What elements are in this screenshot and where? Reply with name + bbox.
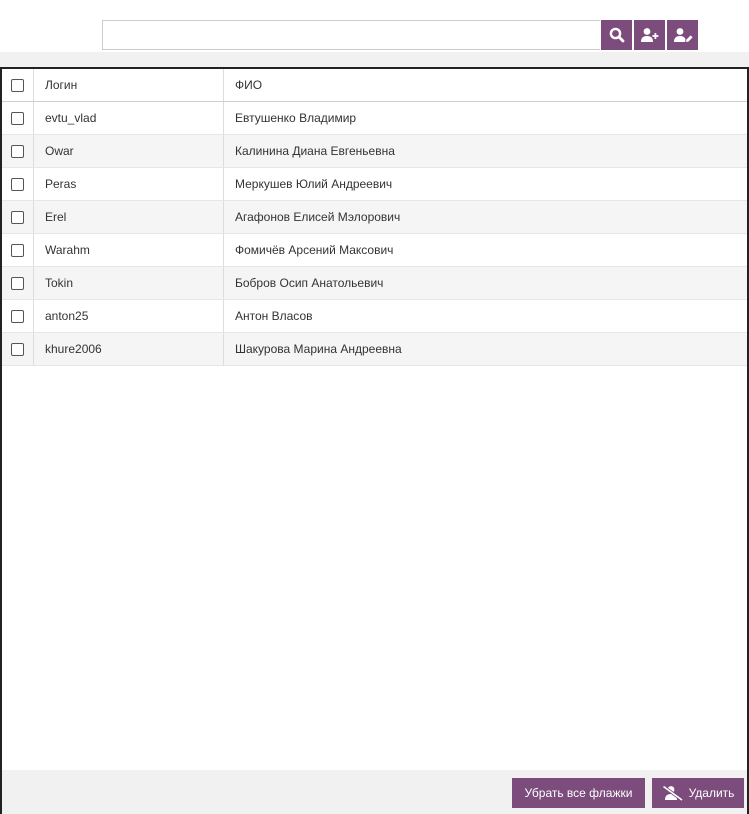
table-header-row: Логин ФИО — [2, 69, 747, 102]
search-input[interactable] — [102, 20, 600, 50]
table-row[interactable]: anton25 Антон Власов — [2, 299, 747, 333]
fio-cell: Шакурова Марина Андреевна — [223, 332, 747, 366]
fio-cell: Агафонов Елисей Мэлорович — [223, 200, 747, 234]
fio-cell: Антон Власов — [223, 299, 747, 333]
row-select-cell — [2, 233, 34, 267]
clear-all-flags-label: Убрать все флажки — [524, 786, 633, 800]
table-row[interactable]: evtu_vlad Евтушенко Владимир — [2, 101, 747, 135]
fio-cell: Калинина Диана Евгеньевна — [223, 134, 747, 168]
table-row[interactable]: Peras Меркушев Юлий Андреевич — [2, 167, 747, 201]
row-checkbox[interactable] — [11, 144, 24, 158]
row-checkbox[interactable] — [11, 177, 24, 191]
edit-user-button[interactable] — [667, 20, 698, 50]
table-footer: Убрать все флажки Удалить — [2, 770, 747, 814]
login-cell: Warahm — [33, 233, 224, 267]
row-checkbox[interactable] — [11, 210, 24, 224]
login-cell: khure2006 — [33, 332, 224, 366]
row-checkbox[interactable] — [11, 111, 24, 125]
toolbar-separator-band — [0, 52, 749, 67]
table-row[interactable]: Owar Калинина Диана Евгеньевна — [2, 134, 747, 168]
row-select-cell — [2, 134, 34, 168]
fio-cell: Меркушев Юлий Андреевич — [223, 167, 747, 201]
login-cell: evtu_vlad — [33, 101, 224, 135]
fio-cell: Евтушенко Владимир — [223, 101, 747, 135]
fio-cell: Бобров Осип Анатольевич — [223, 266, 747, 300]
delete-label: Удалить — [688, 786, 735, 800]
row-select-cell — [2, 332, 34, 366]
row-select-cell — [2, 266, 34, 300]
fio-cell: Фомичёв Арсений Максович — [223, 233, 747, 267]
user-edit-icon — [673, 28, 693, 42]
table-row[interactable]: Erel Агафонов Елисей Мэлорович — [2, 200, 747, 234]
top-bar — [0, 0, 749, 52]
clear-all-flags-button[interactable]: Убрать все флажки — [512, 778, 645, 808]
user-remove-icon — [662, 785, 683, 801]
login-cell: anton25 — [33, 299, 224, 333]
row-select-cell — [2, 167, 34, 201]
row-select-cell — [2, 101, 34, 135]
users-table: Логин ФИО evtu_vlad Евтушенко Владимир O… — [2, 69, 747, 366]
row-checkbox[interactable] — [11, 276, 24, 290]
login-cell: Peras — [33, 167, 224, 201]
table-row[interactable]: Tokin Бобров Осип Анатольевич — [2, 266, 747, 300]
login-cell: Erel — [33, 200, 224, 234]
row-select-cell — [2, 200, 34, 234]
user-plus-icon — [640, 28, 658, 42]
delete-button[interactable]: Удалить — [652, 778, 744, 808]
users-panel: Логин ФИО evtu_vlad Евтушенко Владимир O… — [0, 67, 749, 814]
select-all-checkbox[interactable] — [11, 78, 24, 92]
select-all-cell — [2, 69, 34, 102]
table-row[interactable]: khure2006 Шакурова Марина Андреевна — [2, 332, 747, 366]
column-header-login[interactable]: Логин — [33, 69, 224, 102]
row-checkbox[interactable] — [11, 243, 24, 257]
login-cell: Tokin — [33, 266, 224, 300]
row-checkbox[interactable] — [11, 309, 24, 323]
search-icon — [609, 27, 624, 43]
column-header-fio[interactable]: ФИО — [223, 69, 747, 102]
table-row[interactable]: Warahm Фомичёв Арсений Максович — [2, 233, 747, 267]
row-checkbox[interactable] — [11, 342, 24, 356]
login-cell: Owar — [33, 134, 224, 168]
search-button[interactable] — [601, 20, 632, 50]
row-select-cell — [2, 299, 34, 333]
add-user-button[interactable] — [634, 20, 665, 50]
